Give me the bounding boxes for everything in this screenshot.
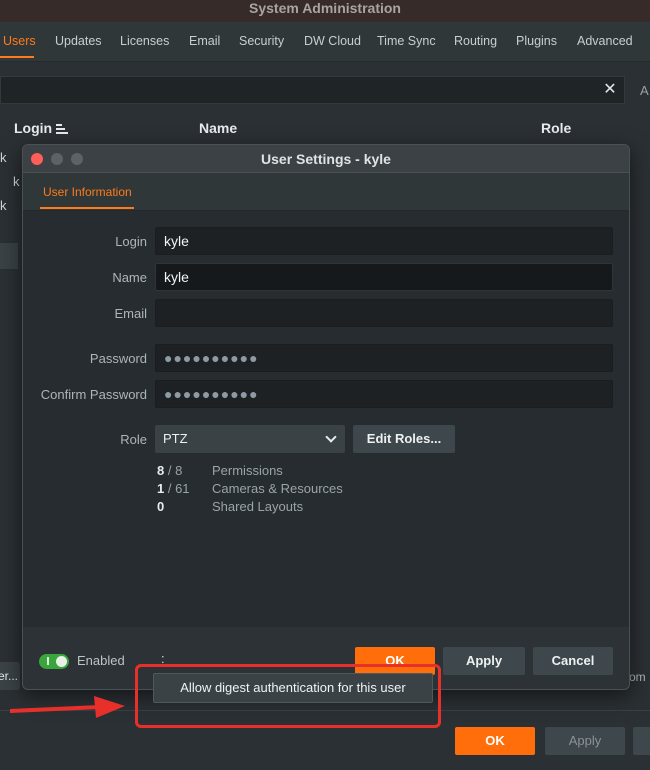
- toggle-icon[interactable]: [39, 654, 69, 669]
- email-label: Email: [114, 306, 147, 321]
- cut-off-label: A: [640, 83, 649, 98]
- main-cancel-button[interactable]: [633, 727, 650, 755]
- tab-licenses[interactable]: Licenses: [120, 34, 169, 48]
- minimize-window-button[interactable]: [51, 153, 63, 165]
- table-row[interactable]: k: [13, 174, 20, 189]
- role-select[interactable]: PTZ: [155, 425, 345, 453]
- main-ok-button[interactable]: OK: [455, 727, 535, 755]
- login-field[interactable]: kyle: [155, 227, 613, 255]
- background-panel-edge: [0, 243, 18, 269]
- layouts-label: Shared Layouts: [212, 499, 304, 514]
- search-input[interactable]: [0, 76, 625, 104]
- name-field[interactable]: kyle: [155, 263, 613, 291]
- tab-updates[interactable]: Updates: [55, 34, 102, 48]
- arrow-right-icon: [10, 696, 125, 718]
- main-apply-button[interactable]: Apply: [545, 727, 625, 755]
- chevron-down-icon: [325, 431, 337, 443]
- cameras-count: 1 / 61: [157, 481, 190, 496]
- background-button[interactable]: er...: [0, 662, 20, 690]
- tab-plugins[interactable]: Plugins: [516, 34, 557, 48]
- permissions-count: 8 / 8: [157, 463, 183, 478]
- close-icon[interactable]: ✕: [600, 80, 620, 100]
- table-row[interactable]: k: [0, 198, 7, 213]
- active-tab-indicator: [40, 207, 134, 209]
- layouts-count: 0: [157, 499, 165, 514]
- tab-time-sync[interactable]: Time Sync: [377, 34, 436, 48]
- email-field[interactable]: [155, 299, 613, 327]
- apply-button[interactable]: Apply: [443, 647, 525, 675]
- screen: System Administration Users Updates Lice…: [0, 0, 650, 770]
- annotation-highlight-box: [135, 664, 441, 728]
- confirm-password-label: Confirm Password: [40, 387, 147, 402]
- active-tab-indicator: [0, 56, 34, 58]
- column-role[interactable]: Role: [541, 120, 571, 136]
- column-name[interactable]: Name: [199, 120, 237, 136]
- user-settings-dialog: User Settings - kyle User Information Lo…: [22, 144, 630, 690]
- tab-routing[interactable]: Routing: [454, 34, 497, 48]
- role-label: Role: [120, 432, 147, 447]
- name-label: Name: [112, 270, 147, 285]
- sort-icon[interactable]: [56, 124, 68, 134]
- enabled-label: Enabled: [77, 653, 125, 668]
- column-login[interactable]: Login: [14, 120, 52, 136]
- zoom-window-button[interactable]: [71, 153, 83, 165]
- tab-advanced[interactable]: Advanced: [577, 34, 633, 48]
- permissions-label: Permissions: [212, 463, 283, 478]
- tab-users[interactable]: Users: [3, 34, 36, 48]
- role-value: PTZ: [163, 431, 188, 446]
- tab-dw-cloud[interactable]: DW Cloud: [304, 34, 361, 48]
- tab-security[interactable]: Security: [239, 34, 284, 48]
- edit-roles-button[interactable]: Edit Roles...: [353, 425, 455, 453]
- window-title: System Administration: [0, 0, 650, 22]
- close-window-button[interactable]: [31, 153, 43, 165]
- confirm-password-field[interactable]: ●●●●●●●●●●: [155, 380, 613, 408]
- tab-email[interactable]: Email: [189, 34, 220, 48]
- dialog-tabs: User Information: [23, 173, 629, 211]
- password-label: Password: [89, 351, 147, 366]
- table-row[interactable]: k: [0, 150, 7, 165]
- tab-user-information[interactable]: User Information: [43, 185, 132, 199]
- password-field[interactable]: ●●●●●●●●●●: [155, 344, 613, 372]
- admin-tabs: Users Updates Licenses Email Security DW…: [0, 22, 650, 62]
- dialog-title: User Settings - kyle: [23, 145, 629, 173]
- cancel-button[interactable]: Cancel: [533, 647, 613, 675]
- cameras-label: Cameras & Resources: [212, 481, 343, 496]
- login-label: Login: [115, 234, 147, 249]
